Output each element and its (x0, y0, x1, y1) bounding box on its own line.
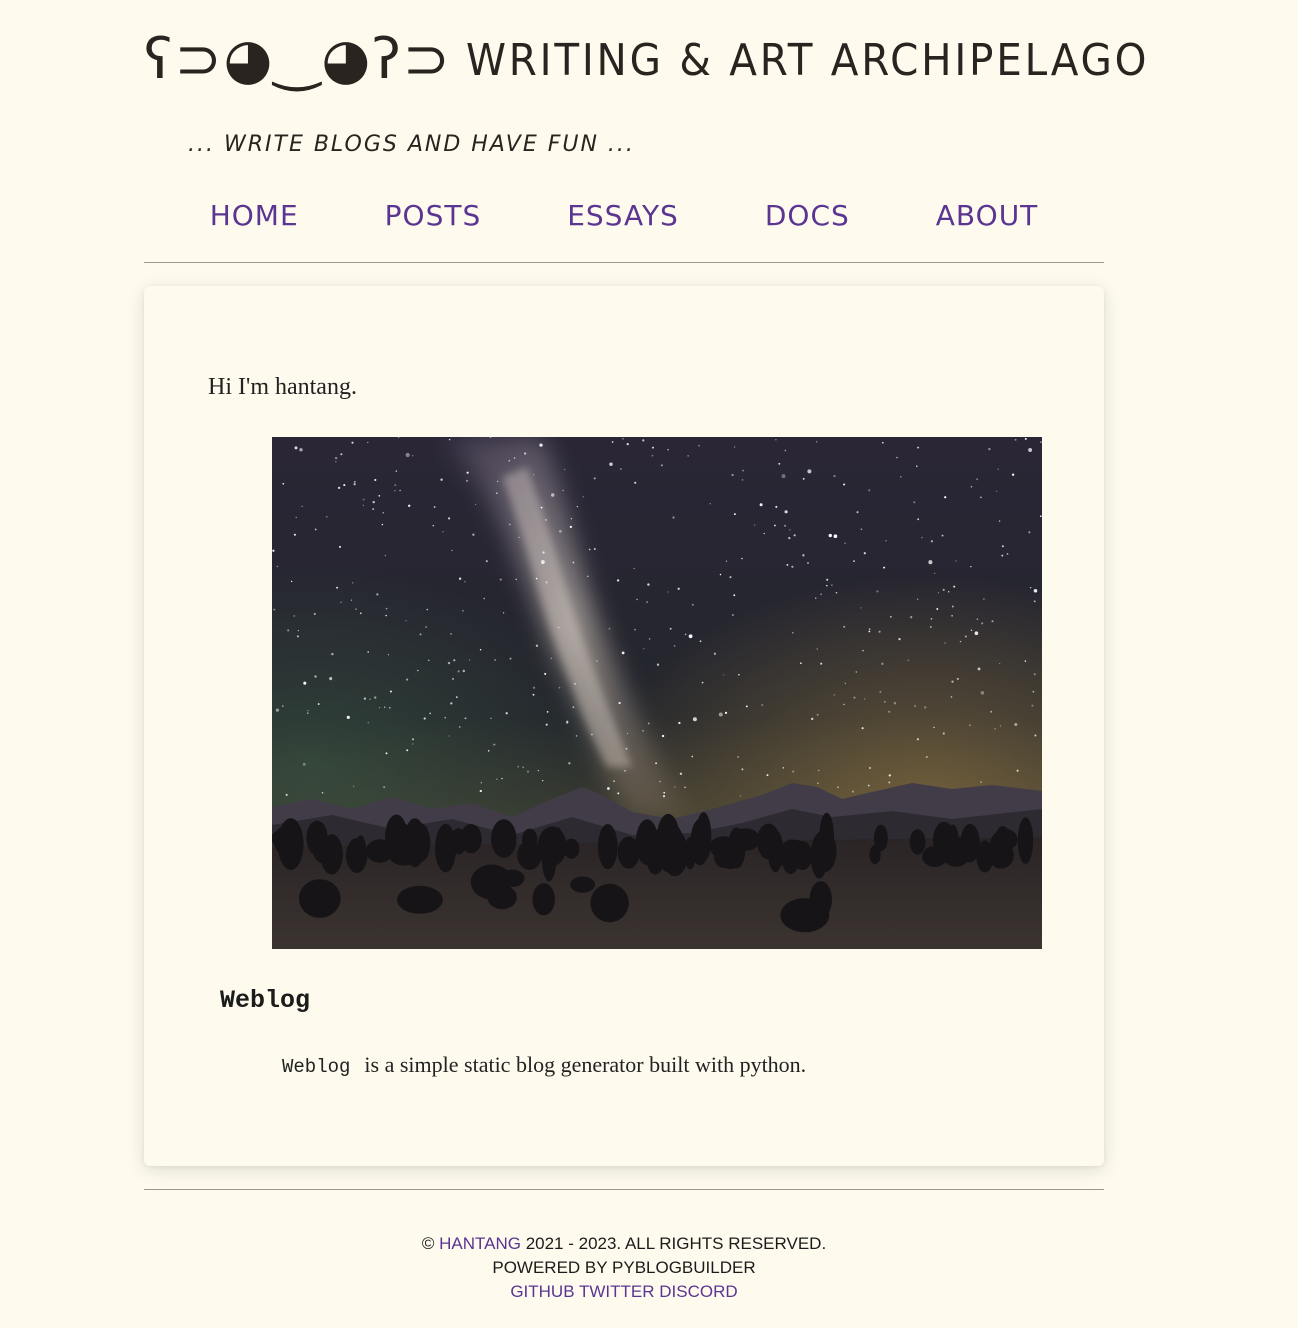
copyright-symbol: © (421, 1234, 435, 1253)
nav-item-docs[interactable]: Docs (722, 196, 893, 236)
brand[interactable]: ʕ⊃◕‿◕ʔ⊃ Writing & Art Archipelago (144, 20, 1146, 100)
footer-divider (144, 1189, 1104, 1190)
author-link[interactable]: hantang (439, 1234, 521, 1253)
nav-item-essays[interactable]: Essays (524, 196, 722, 236)
weblog-code-term: Weblog (282, 1056, 351, 1078)
site-footer: © hantang 2021 - 2023. All Rights Reserv… (144, 1232, 1104, 1304)
powered-by: Powered by PyBlogBuilder (492, 1258, 756, 1277)
site-tagline: ... Write blogs and have fun ... (188, 132, 635, 157)
nav-item-home[interactable]: Home (167, 196, 342, 236)
weblog-description: Weblog is a simple static blog generator … (282, 1052, 806, 1078)
copyright-line: © hantang 2021 - 2023. All Rights Reserv… (144, 1232, 1104, 1256)
brand-emoticon-logo: ʕ⊃◕‿◕ʔ⊃ (144, 27, 452, 92)
content-card: Hi I'm hantang. Weblog Weblog is a simpl… (144, 286, 1104, 1166)
nav-item-about[interactable]: About (893, 196, 1082, 236)
section-title-weblog: Weblog (220, 986, 311, 1015)
intro-text: Hi I'm hantang. (208, 374, 357, 400)
main-nav: Home Posts Essays Docs About (144, 196, 1104, 236)
site-title[interactable]: Writing & Art Archipelago (466, 35, 1149, 86)
discord-link[interactable]: Discord (659, 1282, 737, 1301)
hero-image (272, 437, 1042, 949)
twitter-link[interactable]: Twitter (579, 1282, 655, 1301)
github-link[interactable]: GitHub (510, 1282, 574, 1301)
site-header: ʕ⊃◕‿◕ʔ⊃ Writing & Art Archipelago ... Wr… (144, 20, 1146, 233)
night-sky-illustration (272, 437, 1042, 949)
header-divider (144, 262, 1104, 263)
weblog-description-text: is a simple static blog generator built … (364, 1052, 807, 1077)
page: ʕ⊃◕‿◕ʔ⊃ Writing & Art Archipelago ... Wr… (0, 0, 1298, 1328)
nav-item-posts[interactable]: Posts (342, 196, 525, 236)
social-links: GitHub Twitter Discord (144, 1280, 1104, 1304)
copyright-years: 2021 - 2023. All Rights Reserved. (525, 1234, 827, 1253)
